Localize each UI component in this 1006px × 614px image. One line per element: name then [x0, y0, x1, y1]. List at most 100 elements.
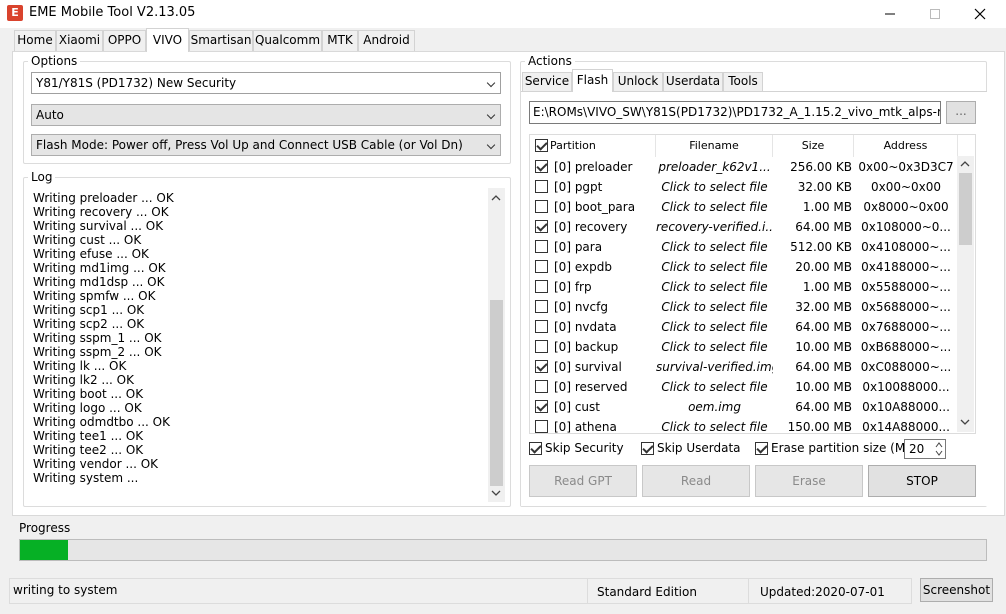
read-gpt-button[interactable]: Read GPT — [529, 465, 637, 497]
partition-filename[interactable]: Click to select file — [656, 197, 773, 217]
partition-size: 64.00 MB — [795, 220, 852, 234]
partition-filename[interactable]: preloader_k62v1... — [656, 157, 773, 177]
tab-unlock[interactable]: Unlock — [613, 72, 663, 91]
partition-filename[interactable]: Click to select file — [656, 317, 773, 337]
log-output[interactable]: Writing preloader ... OK Writing recovery… — [28, 186, 510, 504]
table-row[interactable]: [0] athena Click to select file 150.00 MB 0… — [530, 417, 958, 434]
partition-checkbox[interactable] — [535, 420, 548, 433]
tab-service[interactable]: Service — [522, 72, 572, 91]
table-row[interactable]: [0] boot_para Click to select file 1.00 MB… — [530, 197, 958, 217]
options-label: Options — [28, 54, 81, 68]
partition-filename[interactable]: recovery-verified.i... — [656, 217, 773, 237]
tab-xiaomi[interactable]: Xiaomi — [56, 30, 103, 51]
minimize-button[interactable] — [867, 0, 913, 28]
scroll-up-icon[interactable] — [490, 193, 502, 203]
progress-bar-fill — [20, 540, 68, 560]
model-select[interactable]: Y81/Y81S (PD1732) New Security — [31, 72, 501, 94]
partition-filename[interactable]: Click to select file — [656, 337, 773, 357]
table-row[interactable]: [0] nvdata Click to select file 64.00 MB 0x… — [530, 317, 958, 337]
table-row[interactable]: [0] para Click to select file 512.00 KB 0x4… — [530, 237, 958, 257]
log-line: Writing md1img ... OK — [33, 261, 166, 275]
partition-filename[interactable]: survival-verified.img — [656, 357, 773, 377]
mode-select[interactable]: Auto — [31, 104, 501, 126]
partition-name: [0] nvdata — [554, 320, 617, 334]
partition-filename[interactable]: Click to select file — [656, 417, 773, 433]
select-all-checkbox[interactable] — [535, 139, 548, 152]
partition-filename[interactable]: Click to select file — [656, 297, 773, 317]
partition-address: 0x14A88000... — [862, 420, 950, 434]
table-row[interactable]: [0] cust oem.img 64.00 MB 0x10A88000... — [530, 397, 958, 417]
flash-mode-value: Flash Mode: Power off, Press Vol Up and … — [36, 138, 463, 152]
partition-checkbox[interactable] — [535, 300, 548, 313]
stop-button[interactable]: STOP — [868, 465, 976, 497]
table-row[interactable]: [0] expdb Click to select file 20.00 MB 0x4… — [530, 257, 958, 277]
skip-userdata-checkbox[interactable] — [641, 442, 654, 455]
erase-size-spinner[interactable]: 20 — [904, 439, 946, 459]
table-row[interactable]: [0] preloader preloader_k62v1... 256.00 KB… — [530, 157, 958, 177]
read-button[interactable]: Read — [642, 465, 750, 497]
tab-smartisan[interactable]: Smartisan — [189, 30, 253, 51]
table-row[interactable]: [0] nvcfg Click to select file 32.00 MB 0x5… — [530, 297, 958, 317]
table-row[interactable]: [0] reserved Click to select file 10.00 MB… — [530, 377, 958, 397]
partition-checkbox[interactable] — [535, 400, 548, 413]
partition-filename[interactable]: Click to select file — [656, 277, 773, 297]
partition-filename[interactable]: Click to select file — [656, 377, 773, 397]
table-row[interactable]: [0] backup Click to select file 10.00 MB 0x… — [530, 337, 958, 357]
partition-checkbox[interactable] — [535, 200, 548, 213]
flash-mode-select[interactable]: Flash Mode: Power off, Press Vol Up and … — [31, 134, 501, 156]
partition-checkbox[interactable] — [535, 180, 548, 193]
log-line: Writing scp1 ... OK — [33, 303, 145, 317]
partition-checkbox[interactable] — [535, 280, 548, 293]
tab-mtk[interactable]: MTK — [322, 30, 358, 51]
firmware-path-input[interactable]: E:\ROMs\VIVO_SW\Y81S(PD1732)\PD1732_A_1.… — [529, 101, 941, 124]
partition-address: 0x8000~0x00 — [863, 200, 949, 214]
partition-checkbox[interactable] — [535, 220, 548, 233]
tab-tools[interactable]: Tools — [723, 72, 763, 91]
maximize-button[interactable] — [912, 0, 958, 28]
tab-qualcomm[interactable]: Qualcomm — [253, 30, 322, 51]
scroll-down-icon[interactable] — [490, 488, 502, 498]
partition-size: 32.00 MB — [795, 300, 852, 314]
partition-checkbox[interactable] — [535, 360, 548, 373]
table-row[interactable]: [0] pgpt Click to select file 32.00 KB 0x00… — [530, 177, 958, 197]
skip-security-checkbox[interactable] — [529, 442, 542, 455]
spinner-arrows-icon[interactable] — [935, 441, 943, 457]
partition-name: [0] survival — [554, 360, 622, 374]
partition-filename[interactable]: Click to select file — [656, 177, 773, 197]
table-row[interactable]: [0] recovery recovery-verified.i... 64.00 … — [530, 217, 958, 237]
tab-flash[interactable]: Flash — [572, 69, 613, 92]
scroll-down-icon[interactable] — [959, 417, 971, 427]
partition-size: 256.00 KB — [790, 160, 852, 174]
log-line: Writing efuse ... OK — [33, 247, 149, 261]
partition-address: 0x10A88000... — [862, 400, 950, 414]
skip-userdata-label: Skip Userdata — [657, 441, 741, 455]
table-row[interactable]: [0] frp Click to select file 1.00 MB 0x5588… — [530, 277, 958, 297]
partition-checkbox[interactable] — [535, 380, 548, 393]
erase-partition-checkbox[interactable] — [755, 442, 768, 455]
tab-home[interactable]: Home — [14, 30, 56, 51]
tab-userdata[interactable]: Userdata — [663, 72, 723, 91]
erase-button[interactable]: Erase — [755, 465, 863, 497]
tab-vivo[interactable]: VIVO — [146, 28, 189, 52]
partition-checkbox[interactable] — [535, 260, 548, 273]
log-line: Writing sspm_2 ... OK — [33, 345, 162, 359]
log-scrollbar-thumb[interactable] — [490, 300, 503, 486]
log-line: Writing vendor ... OK — [33, 457, 159, 471]
tab-oppo[interactable]: OPPO — [103, 30, 146, 51]
log-line: Writing lk ... OK — [33, 359, 127, 373]
partition-checkbox[interactable] — [535, 340, 548, 353]
partition-filename[interactable]: oem.img — [656, 397, 773, 417]
partition-checkbox[interactable] — [535, 240, 548, 253]
tab-android[interactable]: Android — [358, 30, 415, 51]
browse-button[interactable]: ... — [946, 101, 976, 124]
partition-filename[interactable]: Click to select file — [656, 237, 773, 257]
partition-checkbox[interactable] — [535, 160, 548, 173]
screenshot-button[interactable]: Screenshot — [920, 578, 993, 602]
partition-checkbox[interactable] — [535, 320, 548, 333]
table-row[interactable]: [0] survival survival-verified.img 64.00 M… — [530, 357, 958, 377]
close-button[interactable] — [957, 0, 1003, 28]
partition-scrollbar-thumb[interactable] — [959, 173, 972, 245]
scroll-up-icon[interactable] — [959, 159, 971, 169]
partition-address: 0x10088000... — [862, 380, 950, 394]
partition-filename[interactable]: Click to select file — [656, 257, 773, 277]
